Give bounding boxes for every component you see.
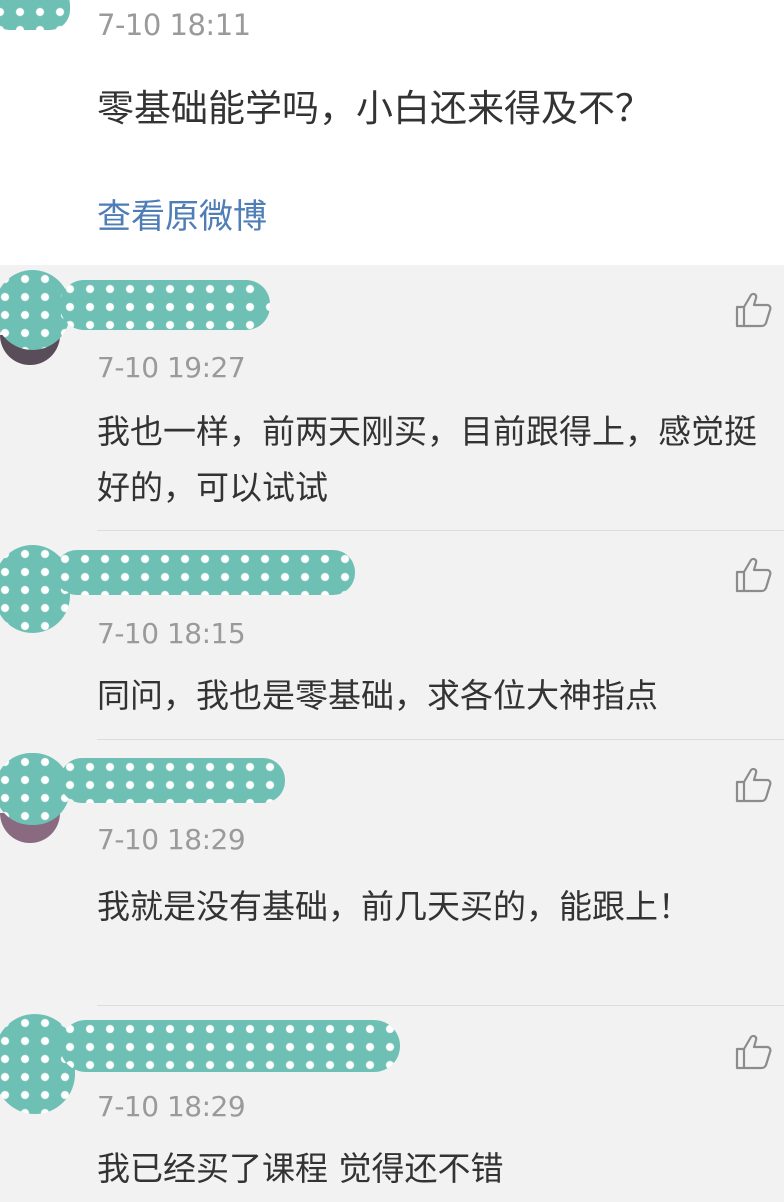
redacted-avatar [0, 753, 70, 825]
comment-item: 7-10 19:27 我也一样，前两天刚买，目前跟得上，感觉挺好的，可以试试 [0, 265, 784, 535]
redacted-username [60, 280, 270, 330]
view-original-weibo-link[interactable]: 查看原微博 [97, 189, 267, 238]
comment-timestamp: 7-10 18:29 [97, 823, 246, 856]
comment-text: 同问，我也是零基础，求各位大神指点 [97, 676, 658, 715]
thumbs-up-icon[interactable] [733, 290, 773, 330]
redacted-username [60, 758, 285, 803]
comment-divider [97, 530, 784, 531]
redacted-username [55, 550, 355, 595]
redacted-avatar [0, 0, 70, 30]
redacted-username [60, 1020, 400, 1072]
post-text: 零基础能学吗，小白还来得及不？ [97, 87, 652, 130]
redacted-avatar [0, 1014, 75, 1114]
comment-divider [97, 739, 784, 740]
comment-timestamp: 7-10 18:29 [97, 1090, 246, 1123]
comment-timestamp: 7-10 18:15 [97, 617, 246, 650]
comment-item: 7-10 18:29 我就是没有基础，前几天买的，能跟上！ [0, 743, 784, 1006]
original-post: 7-10 18:11 零基础能学吗，小白还来得及不？ 查看原微博 [0, 0, 784, 265]
post-timestamp: 7-10 18:11 [97, 8, 251, 42]
comment-timestamp: 7-10 19:27 [97, 351, 246, 384]
comment-text: 我已经买了课程 觉得还不错 [97, 1149, 504, 1188]
comment-text: 我也一样，前两天刚买，目前跟得上，感觉挺好的，可以试试 [97, 412, 757, 507]
comment-text: 我就是没有基础，前几天买的，能跟上！ [97, 887, 691, 926]
comment-item: 7-10 18:29 我已经买了课程 觉得还不错 [0, 1006, 784, 1202]
comment-item: 7-10 18:15 同问，我也是零基础，求各位大神指点 [0, 535, 784, 743]
thumbs-up-icon[interactable] [733, 765, 773, 805]
thumbs-up-icon[interactable] [733, 1032, 773, 1072]
thumbs-up-icon[interactable] [733, 555, 773, 595]
